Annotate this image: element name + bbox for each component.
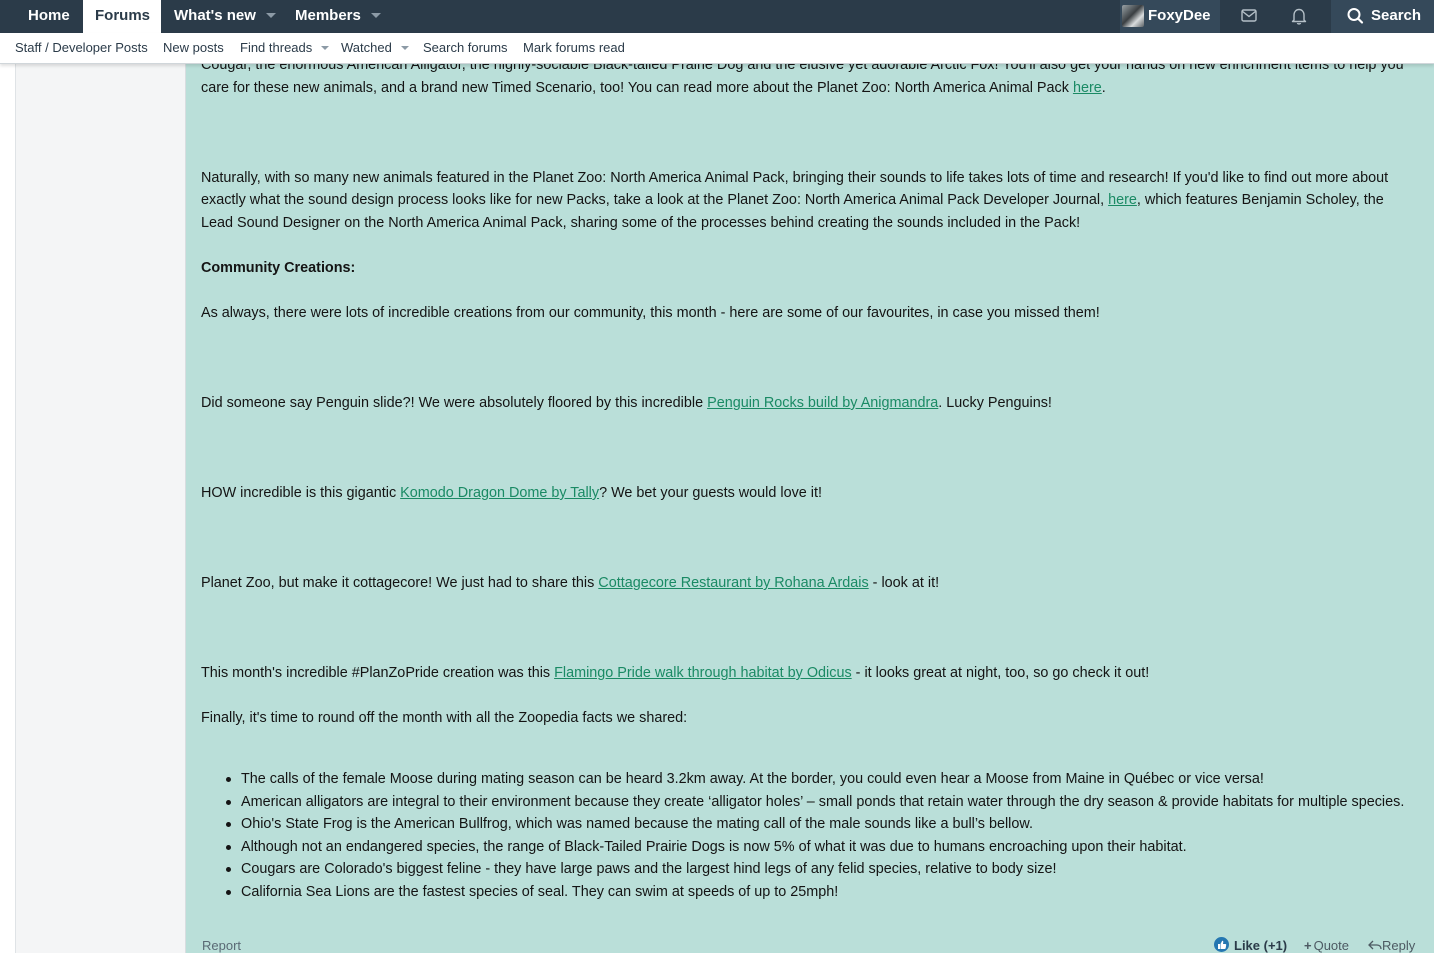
caret-down-icon[interactable] (265, 12, 276, 18)
plus-icon: + (1304, 938, 1312, 953)
search-label: Search (1371, 7, 1422, 24)
subnav-search-forums[interactable]: Search forums (423, 33, 508, 63)
reply-button[interactable]: Reply (1368, 938, 1415, 953)
list-item: American alligators are integral to thei… (226, 791, 1404, 814)
list-item: The calls of the female Moose during mat… (226, 768, 1404, 791)
text: ? We bet your guests would love it! (599, 485, 822, 501)
text: - look at it! (868, 575, 940, 591)
nav-tab-forums[interactable]: Forums (83, 0, 161, 33)
alerts-button[interactable] (1275, 0, 1323, 33)
list-item: Ohio's State Frog is the American Bullfr… (226, 813, 1404, 836)
paragraph-penguin: Did someone say Penguin slide?! We were … (201, 392, 1052, 415)
reply-icon (1368, 940, 1382, 950)
nav-whats-new-label: What's new (174, 7, 256, 24)
thumbs-up-icon (1214, 937, 1229, 952)
paragraph-community-intro: As always, there were lots of incredible… (201, 305, 1100, 321)
username-label: FoxyDee (1148, 7, 1211, 24)
paragraph-sound-design-line1: Naturally, with so many new animals feat… (201, 170, 1389, 186)
search-button[interactable]: Search (1331, 0, 1434, 33)
pack-info-link[interactable]: here (1073, 80, 1102, 96)
post-body: Cougar, the enormous American Alligator,… (186, 64, 1434, 953)
report-button[interactable]: Report (202, 938, 241, 953)
paragraph-komodo: HOW incredible is this gigantic Komodo D… (201, 482, 822, 505)
paragraph-cottagecore: Planet Zoo, but make it cottagecore! We … (201, 572, 939, 595)
paragraph-pride: This month's incredible #PlanZoPride cre… (201, 662, 1149, 685)
search-icon (1347, 8, 1364, 24)
nav-members-label: Members (295, 7, 361, 24)
flamingo-pride-link[interactable]: Flamingo Pride walk through habitat by O… (554, 665, 852, 681)
cottagecore-restaurant-link[interactable]: Cottagecore Restaurant by Rohana Ardais (598, 575, 868, 591)
paragraph-sound-design-line3: Lead Sound Designer on the North America… (201, 215, 1081, 231)
nav-tab-whats-new[interactable]: What's new (174, 0, 276, 33)
text: , which features Benjamin Scholey, the (1136, 192, 1384, 208)
nav-tab-home[interactable]: Home (15, 0, 83, 33)
subnav-staff-developer-posts[interactable]: Staff / Developer Posts (15, 33, 148, 63)
post-actions-bar: Report Like (+1) + Quote Reply (186, 935, 1434, 953)
text: . (1101, 80, 1106, 96)
subnav-find-threads[interactable]: Find threads (240, 33, 330, 63)
sub-navigation: Staff / Developer Posts New posts Find t… (0, 33, 1434, 64)
top-navigation: Home Forums What's new Members FoxyDee S… (0, 0, 1434, 33)
text: This month's incredible #PlanZoPride cre… (201, 665, 555, 681)
subnav-new-posts[interactable]: New posts (163, 33, 224, 63)
reply-label: Reply (1382, 938, 1416, 953)
text: HOW incredible is this gigantic (201, 485, 401, 501)
caret-down-icon[interactable] (400, 45, 409, 50)
envelope-icon (1241, 9, 1257, 22)
watched-label: Watched (341, 40, 392, 55)
find-threads-label: Find threads (240, 40, 313, 55)
text: - it looks great at night, too, so go ch… (851, 665, 1150, 681)
avatar (1122, 5, 1144, 27)
paragraph-sound-design-line2: exactly what the sound design process lo… (201, 189, 1384, 212)
text: care for these new animals, and a brand … (201, 80, 1073, 96)
nav-tab-members[interactable]: Members (295, 0, 381, 33)
post-author-column (15, 64, 186, 953)
quote-label: Quote (1313, 938, 1350, 953)
paragraph-pack-intro-line2: care for these new animals, and a brand … (201, 77, 1106, 100)
komodo-dome-link[interactable]: Komodo Dragon Dome by Tally (400, 485, 599, 501)
caret-down-icon[interactable] (321, 45, 330, 50)
community-creations-heading: Community Creations: (201, 260, 356, 276)
user-account-menu[interactable]: FoxyDee (1120, 0, 1220, 33)
text: Did someone say Penguin slide?! We were … (201, 395, 708, 411)
nav-home-label: Home (28, 7, 70, 24)
caret-down-icon[interactable] (370, 12, 381, 18)
like-button[interactable]: Like (+1) (1234, 938, 1287, 953)
list-item: Although not an endangered species, the … (226, 836, 1404, 859)
zoopedia-facts-list: The calls of the female Moose during mat… (226, 768, 1404, 903)
subnav-watched[interactable]: Watched (341, 33, 409, 63)
text: exactly what the sound design process lo… (201, 192, 1109, 208)
text: . Lucky Penguins! (938, 395, 1052, 411)
subnav-mark-forums-read[interactable]: Mark forums read (523, 33, 625, 63)
paragraph-pack-intro-line1: Cougar, the enormous American Alligator,… (201, 64, 1404, 73)
text: Planet Zoo, but make it cottagecore! We … (201, 575, 599, 591)
nav-forums-label: Forums (95, 7, 151, 24)
list-item: Cougars are Colorado's biggest feline - … (226, 858, 1404, 881)
list-item: California Sea Lions are the fastest spe… (226, 881, 1404, 904)
quote-button[interactable]: + Quote (1304, 938, 1349, 953)
penguin-rocks-link[interactable]: Penguin Rocks build by Anigmandra (707, 395, 938, 411)
paragraph-zoopedia-intro: Finally, it's time to round off the mont… (201, 710, 688, 726)
developer-journal-link[interactable]: here (1108, 192, 1137, 208)
conversations-button[interactable] (1225, 0, 1273, 33)
bell-icon (1291, 8, 1307, 25)
